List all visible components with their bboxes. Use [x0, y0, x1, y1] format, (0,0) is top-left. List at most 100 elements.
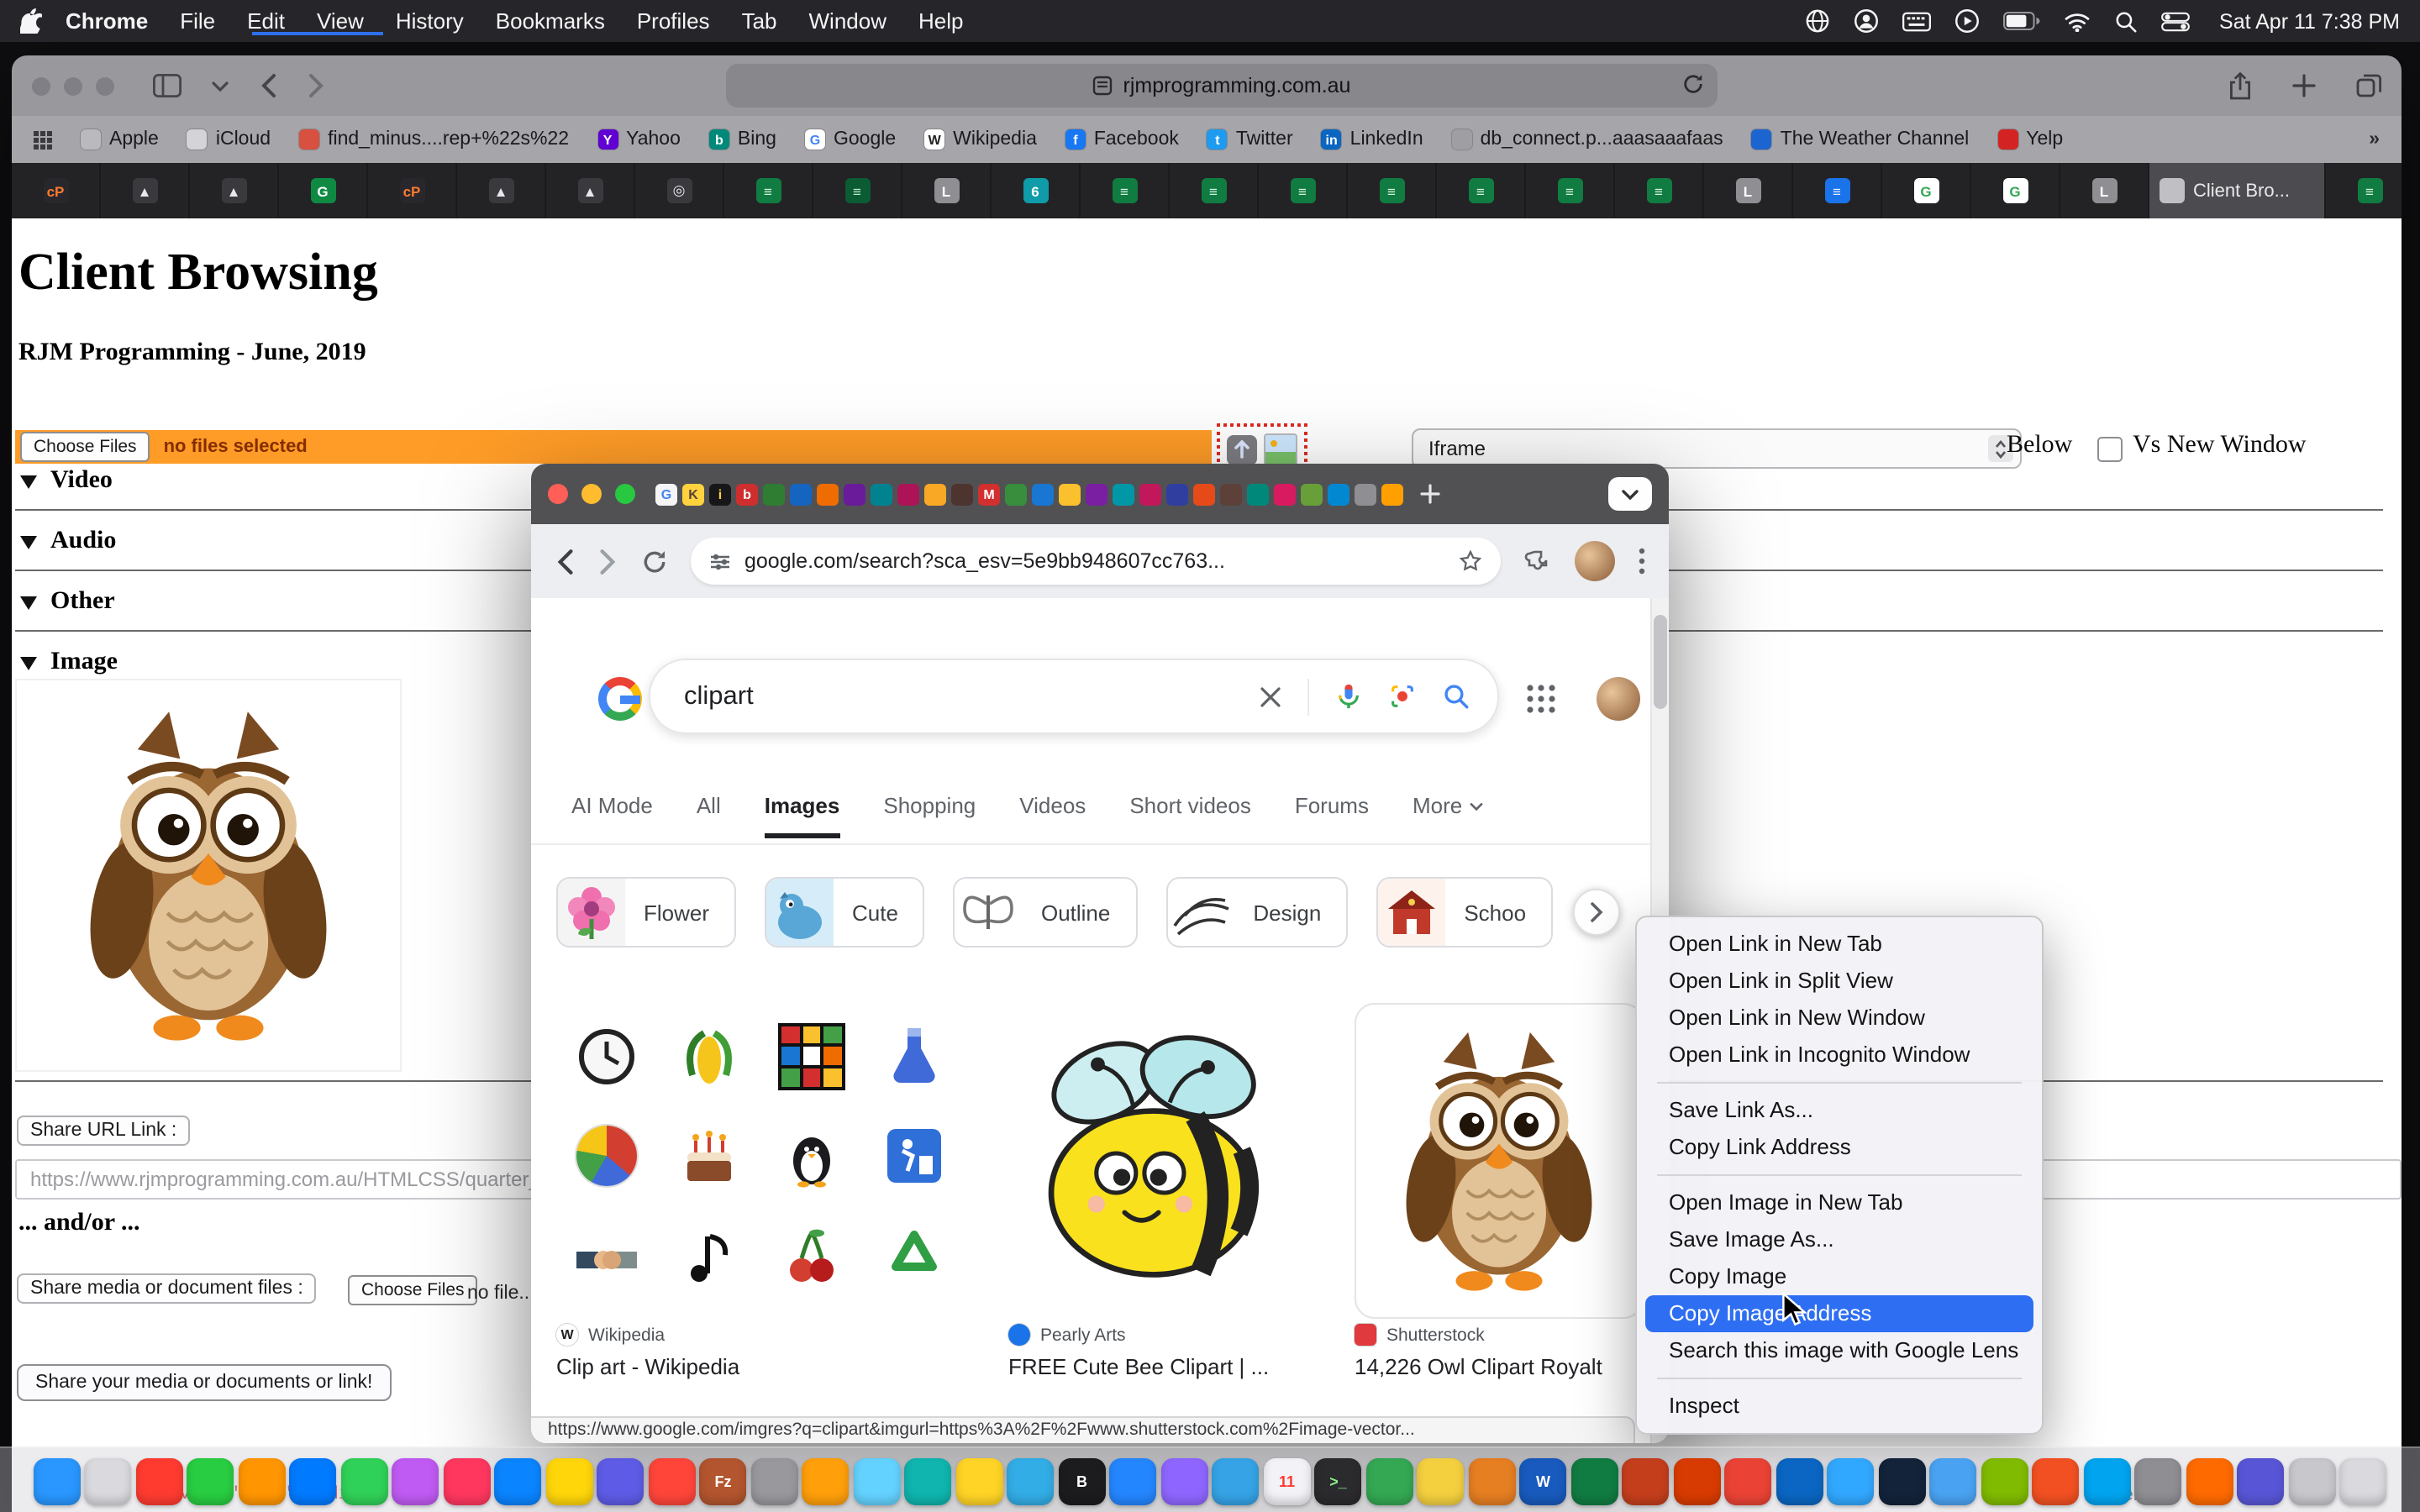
- menu-item-open-link-incognito[interactable]: Open Link in Incognito Window: [1645, 1037, 2033, 1074]
- browser-tab[interactable]: ≡: [813, 163, 902, 218]
- search-box[interactable]: clipart: [649, 659, 1499, 734]
- tab-favicon[interactable]: [1086, 483, 1107, 505]
- bookmark-item[interactable]: The Weather Channel: [1752, 129, 1970, 150]
- menubar-item[interactable]: Help: [918, 8, 964, 34]
- browser-tab[interactable]: G: [1882, 163, 1971, 218]
- bookmark-item[interactable]: in LinkedIn: [1322, 129, 1423, 150]
- google-apps-icon[interactable]: [1526, 684, 1556, 714]
- dock-icon[interactable]: [1930, 1457, 1977, 1504]
- menu-item-copy-image[interactable]: Copy Image: [1645, 1258, 2033, 1295]
- tab-favicon[interactable]: M: [978, 483, 1000, 505]
- back-icon[interactable]: [555, 547, 575, 575]
- dock-icon[interactable]: [905, 1457, 952, 1504]
- menu-bar-clock[interactable]: Sat Apr 11 7:38 PM: [2219, 9, 2400, 33]
- menubar-item[interactable]: Window: [809, 8, 887, 34]
- dock-icon[interactable]: [392, 1457, 439, 1504]
- tab-favicon[interactable]: [844, 483, 865, 505]
- dock-icon[interactable]: [1674, 1457, 1721, 1504]
- search-icon[interactable]: [1442, 682, 1470, 711]
- dock-icon[interactable]: [1725, 1457, 1772, 1504]
- menu-item-copy-link-address[interactable]: Copy Link Address: [1645, 1129, 2033, 1166]
- browser-tab[interactable]: L: [2060, 163, 2149, 218]
- browser-tab[interactable]: ▲: [546, 163, 635, 218]
- search-icon[interactable]: [2113, 9, 2137, 33]
- omnibox[interactable]: google.com/search?sca_esv=5e9bb948607cc7…: [691, 538, 1501, 585]
- dock-icon[interactable]: [751, 1457, 798, 1504]
- tab-favicon[interactable]: [817, 483, 839, 505]
- voice-search-icon[interactable]: [1334, 682, 1363, 711]
- minimize-window-button[interactable]: [64, 76, 82, 95]
- bookmarks-overflow-chevron[interactable]: »: [2369, 129, 2380, 150]
- tab-overview-icon[interactable]: [2356, 74, 2381, 97]
- google-logo[interactable]: [598, 677, 642, 721]
- tab-favicon[interactable]: [1247, 483, 1269, 505]
- dock-icon[interactable]: [1571, 1457, 1618, 1504]
- dock-icon[interactable]: [34, 1457, 81, 1504]
- bookmark-item[interactable]: W Wikipedia: [924, 129, 1037, 150]
- result-title[interactable]: 14,226 Owl Clipart Royalt: [1355, 1354, 1602, 1379]
- bookmark-item[interactable]: iCloud: [187, 129, 271, 150]
- tab-favicon[interactable]: [871, 483, 892, 505]
- result-title[interactable]: FREE Cute Bee Clipart | ...: [1008, 1354, 1269, 1379]
- menu-item-open-image-new-tab[interactable]: Open Image in New Tab: [1645, 1184, 2033, 1221]
- dock-icon[interactable]: [1776, 1457, 1823, 1504]
- browser-tab[interactable]: ≡: [1259, 163, 1348, 218]
- browser-tab[interactable]: ≡: [2326, 163, 2402, 218]
- result-image-collage[interactable]: [556, 1008, 965, 1305]
- dock-icon[interactable]: W: [1520, 1457, 1567, 1504]
- zoom-window-button[interactable]: [615, 484, 635, 504]
- share-icon[interactable]: [2228, 71, 2252, 100]
- close-window-button[interactable]: [548, 484, 568, 504]
- dock-icon[interactable]: [2186, 1457, 2233, 1504]
- dock-icon[interactable]: [2289, 1457, 2336, 1504]
- menubar-item[interactable]: Edit: [247, 8, 285, 34]
- tab-favicon[interactable]: [1139, 483, 1161, 505]
- scrollbar-thumb[interactable]: [1654, 615, 1667, 709]
- window-controls[interactable]: [32, 76, 114, 95]
- dock-icon[interactable]: [444, 1457, 491, 1504]
- search-query[interactable]: clipart: [684, 681, 1234, 711]
- browser-tab[interactable]: 6: [992, 163, 1081, 218]
- dock-icon[interactable]: [1623, 1457, 1670, 1504]
- browser-tab[interactable]: cP: [12, 163, 101, 218]
- menubar-item[interactable]: Profiles: [637, 8, 710, 34]
- tab-all[interactable]: All: [697, 793, 721, 833]
- chip-school[interactable]: Schoo: [1376, 877, 1553, 948]
- browser-tab[interactable]: ▲: [457, 163, 546, 218]
- tab-shopping[interactable]: Shopping: [883, 793, 976, 833]
- play-icon[interactable]: [1954, 8, 1979, 34]
- dock-icon[interactable]: [495, 1457, 542, 1504]
- menubar-item[interactable]: File: [180, 8, 215, 34]
- dock-icon[interactable]: [956, 1457, 1003, 1504]
- bookmark-item[interactable]: Y Yahoo: [597, 129, 681, 150]
- google-lens-icon[interactable]: [1388, 682, 1417, 711]
- tab-favicon[interactable]: [790, 483, 812, 505]
- dock-icon[interactable]: [1981, 1457, 2028, 1504]
- window-controls[interactable]: [548, 484, 635, 504]
- dock-icon[interactable]: [136, 1457, 183, 1504]
- share-media-choose-files-button[interactable]: Choose Files: [348, 1275, 478, 1305]
- dock-icon[interactable]: [1879, 1457, 1926, 1504]
- browser-tab[interactable]: ▲: [101, 163, 190, 218]
- tab-favicon[interactable]: G: [655, 483, 677, 505]
- sidebar-icon[interactable]: [153, 74, 182, 97]
- section-other[interactable]: Other: [20, 588, 115, 617]
- user-icon[interactable]: [1853, 8, 1878, 34]
- browser-tab[interactable]: ≡: [1526, 163, 1615, 218]
- chevron-down-icon[interactable]: [212, 80, 229, 92]
- tab-favicon[interactable]: [763, 483, 785, 505]
- tab-favicon[interactable]: [1381, 483, 1403, 505]
- menubar-item[interactable]: View: [317, 8, 364, 34]
- bookmark-item[interactable]: find_minus....rep+%22s%22: [299, 129, 569, 150]
- image-icon[interactable]: [1264, 433, 1297, 466]
- dock-icon[interactable]: [1007, 1457, 1055, 1504]
- tab-favicon[interactable]: b: [736, 483, 758, 505]
- dock-icon[interactable]: Fz: [700, 1457, 747, 1504]
- tab-favicon[interactable]: [1113, 483, 1134, 505]
- page-settings-icon[interactable]: [1093, 76, 1113, 96]
- menu-item-open-link-new-window[interactable]: Open Link in New Window: [1645, 1000, 2033, 1037]
- bookmark-star-icon[interactable]: [1459, 549, 1482, 573]
- dock-icon[interactable]: [1469, 1457, 1516, 1504]
- bookmark-item[interactable]: b Bing: [709, 129, 776, 150]
- dock-icon[interactable]: [2084, 1457, 2131, 1504]
